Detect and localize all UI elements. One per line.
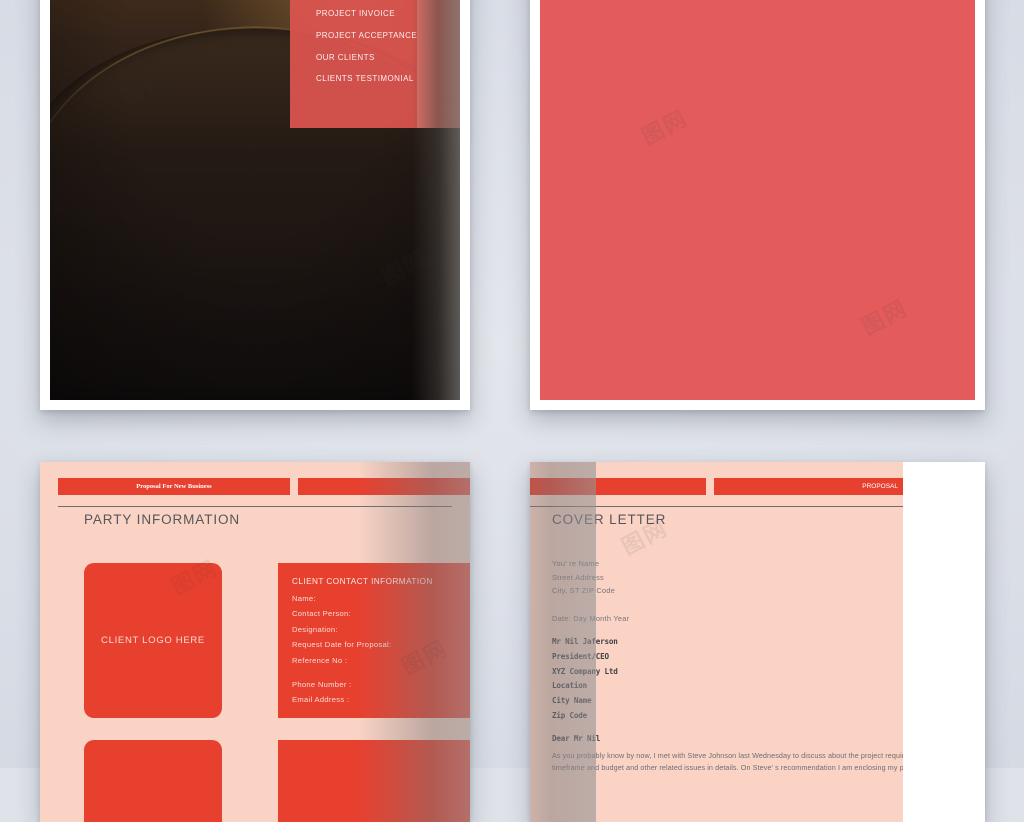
cover-letter-page: PROPOSAL COVER LETTER You' re NameStreet… <box>530 462 985 822</box>
app-canvas: PRICE AND PACKAGES12PROJECT BUDGET13PROJ… <box>0 0 1024 822</box>
page-gutter-fade-right <box>530 462 596 822</box>
top-page-spread: PRICE AND PACKAGES12PROJECT BUDGET13PROJ… <box>40 0 985 410</box>
nda-page-inner: and that any disclosure or use of same b… <box>540 0 975 400</box>
page-title-party-information: PARTY INFORMATION <box>84 512 241 527</box>
toc-page: PRICE AND PACKAGES12PROJECT BUDGET13PROJ… <box>40 0 470 410</box>
cover-letter-inner: PROPOSAL COVER LETTER You' re NameStreet… <box>530 462 985 822</box>
client-logo-placeholder-second[interactable] <box>84 740 222 822</box>
party-information-page: Proposal For New Business PARTY INFORMAT… <box>40 462 470 822</box>
header-bar-left-label: Proposal For New Business <box>136 483 212 490</box>
party-information-inner: Proposal For New Business PARTY INFORMAT… <box>40 462 470 822</box>
bottom-page-spread: Proposal For New Business PARTY INFORMAT… <box>40 462 985 822</box>
page-right-margin <box>903 462 985 822</box>
page-gutter-fade-left <box>358 462 470 822</box>
page-fold-shadow <box>412 0 460 400</box>
header-bar-right-label: PROPOSAL <box>862 483 898 490</box>
toc-page-inner: PRICE AND PACKAGES12PROJECT BUDGET13PROJ… <box>50 0 460 400</box>
nda-page: and that any disclosure or use of same b… <box>530 0 985 410</box>
client-logo-placeholder[interactable]: CLIENT LOGO HERE <box>84 563 222 718</box>
